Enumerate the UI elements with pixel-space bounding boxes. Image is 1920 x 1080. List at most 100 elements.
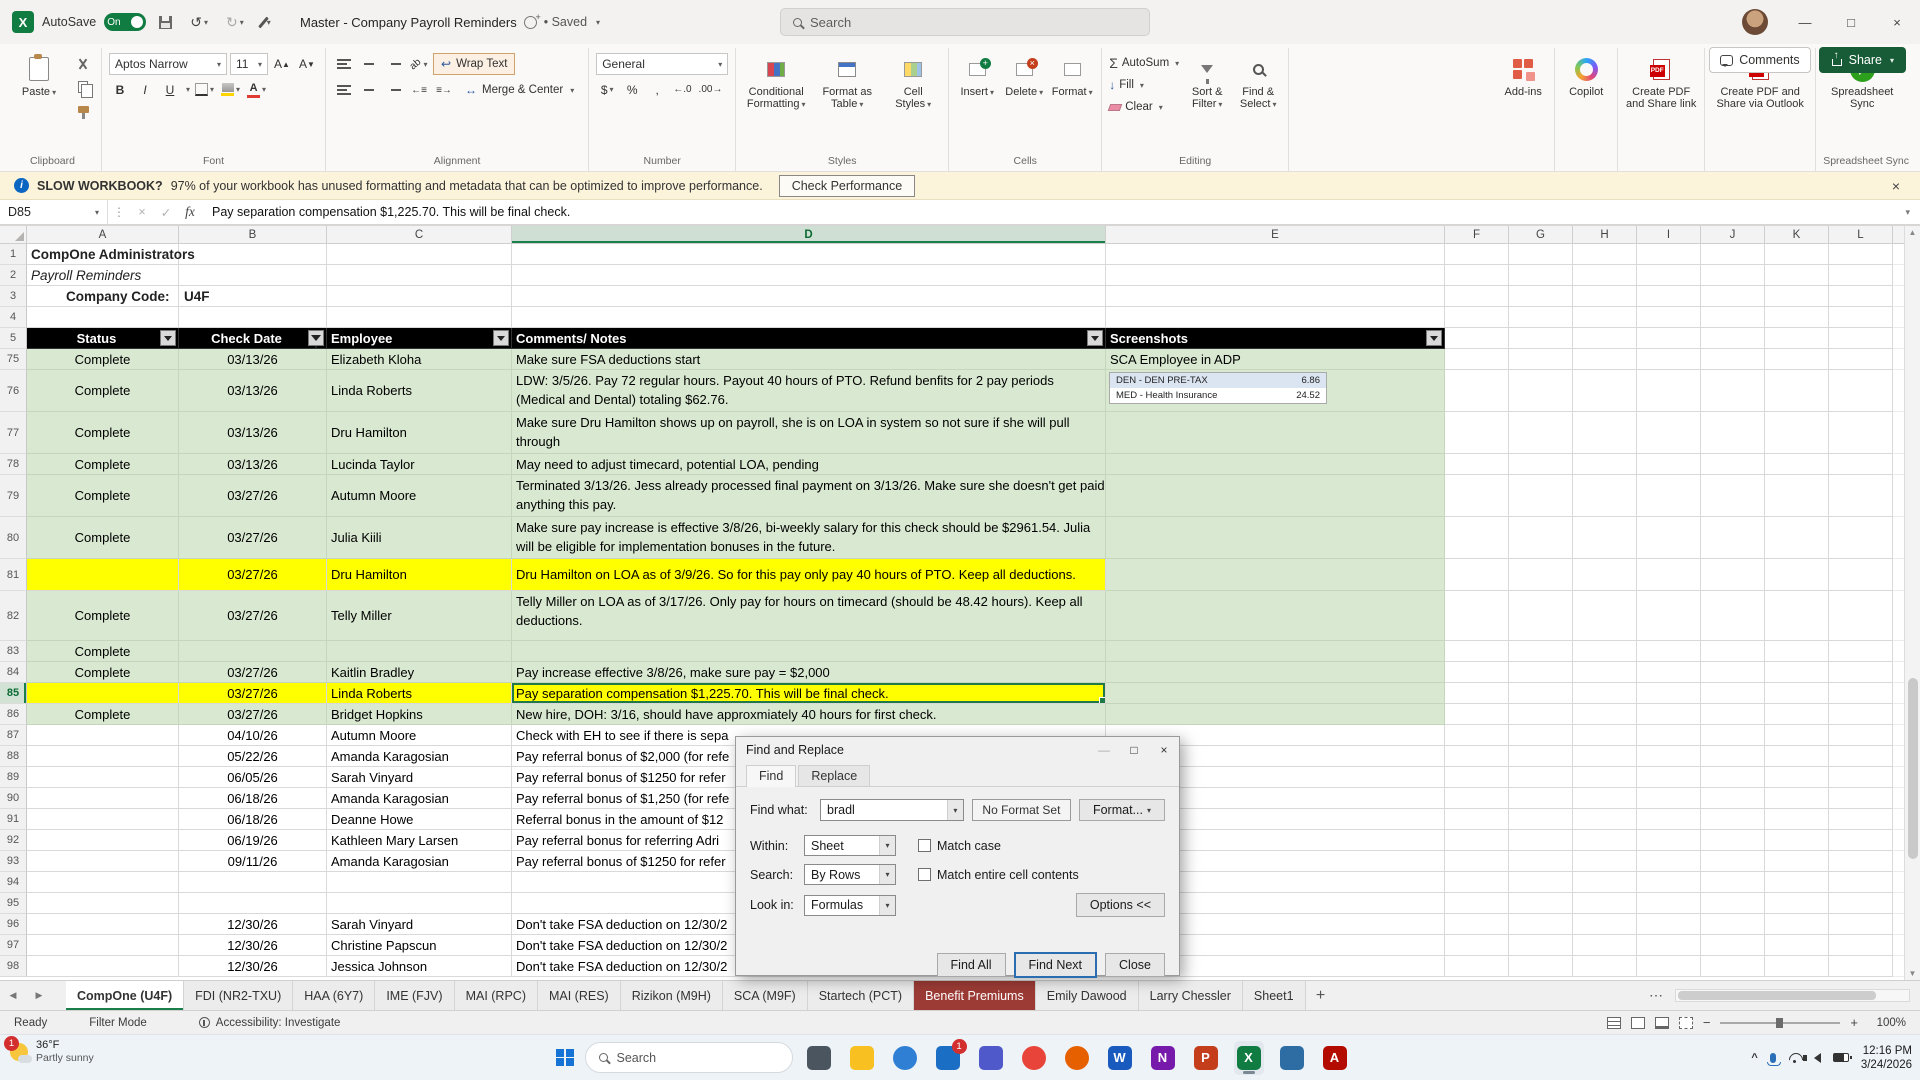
align-left-button[interactable] — [333, 80, 355, 101]
cell-K86[interactable] — [1765, 704, 1829, 725]
cell-I87[interactable] — [1637, 725, 1701, 746]
cell-I76[interactable] — [1637, 370, 1701, 412]
cell-B85[interactable]: 03/27/26 — [179, 683, 327, 704]
cell-E80[interactable] — [1106, 517, 1445, 559]
cell-J85[interactable] — [1701, 683, 1765, 704]
cell-A76[interactable]: Complete — [27, 370, 179, 412]
row-header-80[interactable]: 80 — [0, 517, 27, 559]
cell-H92[interactable] — [1573, 830, 1637, 851]
clear-button[interactable]: Clear▾ — [1109, 97, 1179, 117]
cell-A81[interactable] — [27, 559, 179, 591]
check-performance-button[interactable]: Check Performance — [779, 175, 915, 197]
align-top-button[interactable] — [333, 54, 355, 75]
borders-button[interactable]: ▾ — [193, 79, 216, 100]
cell-I97[interactable] — [1637, 935, 1701, 956]
cell-F1[interactable] — [1445, 244, 1509, 265]
cell-C88[interactable]: Amanda Karagosian — [327, 746, 512, 767]
cell-B93[interactable]: 09/11/26 — [179, 851, 327, 872]
cell-H1[interactable] — [1573, 244, 1637, 265]
cell-F3[interactable] — [1445, 286, 1509, 307]
cell-K2[interactable] — [1765, 265, 1829, 286]
add-ins-button[interactable]: Add-ins — [1499, 53, 1547, 98]
cell-I4[interactable] — [1637, 307, 1701, 328]
cell-L98[interactable] — [1829, 956, 1893, 977]
sheet-tab-rizikon-m9h[interactable]: Rizikon (M9H) — [621, 981, 723, 1010]
dialog-close-icon[interactable]: × — [1149, 737, 1179, 763]
cell-C89[interactable]: Sarah Vinyard — [327, 767, 512, 788]
sheet-tab-sheet1[interactable]: Sheet1 — [1243, 981, 1306, 1010]
cell-F80[interactable] — [1445, 517, 1509, 559]
cell-B78[interactable]: 03/13/26 — [179, 454, 327, 475]
sheet-tab-fdi-nr2-txu[interactable]: FDI (NR2-TXU) — [184, 981, 293, 1010]
cell-I86[interactable] — [1637, 704, 1701, 725]
page-break-view-icon[interactable] — [1679, 1017, 1693, 1029]
cell-I85[interactable] — [1637, 683, 1701, 704]
search-box[interactable]: Search — [780, 8, 1150, 36]
filter-funnel-button-B[interactable] — [308, 330, 324, 346]
cell-D79[interactable]: Terminated 3/13/26. Jess already process… — [512, 475, 1106, 517]
cell-C1[interactable] — [327, 244, 512, 265]
cell-C83[interactable] — [327, 641, 512, 662]
cell-B84[interactable]: 03/27/26 — [179, 662, 327, 683]
cell-A1[interactable] — [27, 244, 179, 265]
cell-G77[interactable] — [1509, 412, 1573, 454]
cell-L92[interactable] — [1829, 830, 1893, 851]
decrease-indent-button[interactable]: ←≡ — [408, 80, 430, 101]
insert-function-icon[interactable]: fx — [178, 204, 202, 220]
word-icon[interactable]: W — [1105, 1041, 1135, 1075]
row-header-82[interactable]: 82 — [0, 591, 27, 641]
cell-C90[interactable]: Amanda Karagosian — [327, 788, 512, 809]
cell-F75[interactable] — [1445, 349, 1509, 370]
cell-L77[interactable] — [1829, 412, 1893, 454]
cell-A95[interactable] — [27, 893, 179, 914]
sql-tool-icon[interactable] — [1277, 1041, 1307, 1075]
header-cell-K5[interactable] — [1765, 328, 1829, 349]
cell-I77[interactable] — [1637, 412, 1701, 454]
cell-B4[interactable] — [179, 307, 327, 328]
selection-fill-handle[interactable] — [1099, 697, 1106, 704]
cell-E2[interactable] — [1106, 265, 1445, 286]
cell-I95[interactable] — [1637, 893, 1701, 914]
cell-L86[interactable] — [1829, 704, 1893, 725]
cell-J4[interactable] — [1701, 307, 1765, 328]
cell-C86[interactable]: Bridget Hopkins — [327, 704, 512, 725]
row-header-2[interactable]: 2 — [0, 265, 27, 286]
cell-J92[interactable] — [1701, 830, 1765, 851]
warning-close-icon[interactable]: × — [1886, 178, 1906, 194]
chevron-down-icon[interactable]: ▾ — [947, 800, 963, 820]
cell-C92[interactable]: Kathleen Mary Larsen — [327, 830, 512, 851]
cell-K94[interactable] — [1765, 872, 1829, 893]
cell-L81[interactable] — [1829, 559, 1893, 591]
cell-A96[interactable] — [27, 914, 179, 935]
format-as-table-button[interactable]: Format asTable▾ — [814, 53, 880, 111]
cell-G98[interactable] — [1509, 956, 1573, 977]
cell-A88[interactable] — [27, 746, 179, 767]
cell-D83[interactable] — [512, 641, 1106, 662]
cell-A75[interactable]: Complete — [27, 349, 179, 370]
cell-F87[interactable] — [1445, 725, 1509, 746]
cell-C78[interactable]: Lucinda Taylor — [327, 454, 512, 475]
cell-G91[interactable] — [1509, 809, 1573, 830]
cell-H2[interactable] — [1573, 265, 1637, 286]
cell-H77[interactable] — [1573, 412, 1637, 454]
cell-I1[interactable] — [1637, 244, 1701, 265]
save-button[interactable] — [154, 13, 177, 32]
cell-C94[interactable] — [327, 872, 512, 893]
autosum-button[interactable]: ΣAutoSum▾ — [1109, 53, 1179, 73]
increase-indent-button[interactable]: ≡→ — [433, 80, 455, 101]
share-button[interactable]: Share▾ — [1819, 47, 1906, 73]
cell-L87[interactable] — [1829, 725, 1893, 746]
row-header-85[interactable]: 85 — [0, 683, 27, 704]
cell-K4[interactable] — [1765, 307, 1829, 328]
cell-A85[interactable] — [27, 683, 179, 704]
cell-I75[interactable] — [1637, 349, 1701, 370]
cell-H79[interactable] — [1573, 475, 1637, 517]
row-header-77[interactable]: 77 — [0, 412, 27, 454]
row-header-93[interactable]: 93 — [0, 851, 27, 872]
cell-A77[interactable]: Complete — [27, 412, 179, 454]
format-cells-button[interactable]: Format▾ — [1050, 53, 1094, 99]
cell-C84[interactable]: Kaitlin Bradley — [327, 662, 512, 683]
cell-L75[interactable] — [1829, 349, 1893, 370]
cell-C81[interactable]: Dru Hamilton — [327, 559, 512, 591]
cell-E83[interactable] — [1106, 641, 1445, 662]
